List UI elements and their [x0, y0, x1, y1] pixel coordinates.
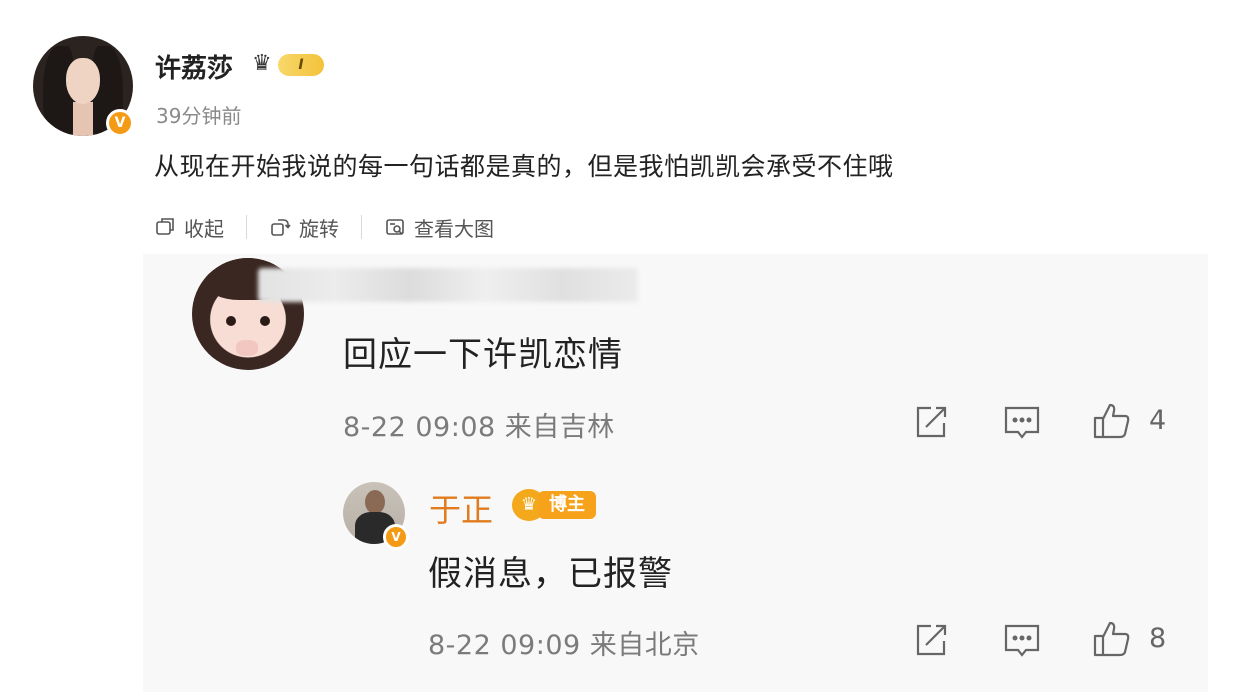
rotate-button[interactable]: 旋转	[269, 213, 339, 242]
avatar-face	[66, 58, 100, 104]
reply-button[interactable]	[1002, 402, 1042, 442]
blurred-commenter-name	[258, 268, 638, 302]
avatar-eye	[226, 316, 236, 326]
reply-meta: 8-22 09:09 来自北京	[428, 630, 700, 661]
level-label: I	[278, 54, 324, 76]
weibo-post: V 许荔莎 ♛ I 39分钟前 从现在开始我说的每一句话都是真的，但是我怕凯凯会…	[0, 0, 1242, 692]
collapse-icon	[156, 218, 174, 235]
repost-button[interactable]	[911, 620, 951, 660]
blogger-badge-label: 博主	[538, 491, 596, 519]
reply-text: 假消息，已报警	[428, 554, 673, 594]
repost-icon	[916, 624, 947, 656]
blogger-badge: ♛ 博主	[512, 487, 596, 523]
verified-icon: V	[106, 109, 134, 137]
post-text: 从现在开始我说的每一句话都是真的，但是我怕凯凯会承受不住哦	[154, 152, 894, 181]
collapse-label: 收起	[184, 216, 224, 241]
rotate-label: 旋转	[299, 216, 339, 241]
thumbs-up-icon	[1093, 403, 1130, 439]
like-count: 8	[1149, 623, 1167, 654]
comment-text: 回应一下许凯恋情	[343, 335, 623, 375]
avatar-mouth	[236, 340, 258, 356]
repost-button[interactable]	[911, 402, 951, 442]
repost-icon	[916, 406, 947, 438]
image-toolbar: 收起 旋转 查看大图	[154, 212, 494, 242]
member-level-badge[interactable]: ♛ I	[252, 52, 326, 78]
toolbar-divider	[361, 215, 362, 239]
like-button[interactable]	[1092, 619, 1132, 659]
like-count: 4	[1149, 405, 1167, 436]
view-large-label: 查看大图	[414, 216, 494, 241]
comment-meta: 8-22 09:08 来自吉林	[343, 412, 615, 443]
view-large-icon	[386, 219, 404, 235]
collapse-button[interactable]: 收起	[154, 213, 224, 242]
avatar-head	[365, 490, 385, 514]
reply-button[interactable]	[1002, 620, 1042, 660]
avatar-eye	[260, 316, 270, 326]
comment-icon	[1004, 406, 1040, 439]
post-timestamp: 39分钟前	[156, 104, 242, 128]
view-large-button[interactable]: 查看大图	[384, 213, 494, 242]
avatar-neck	[73, 102, 93, 136]
like-button[interactable]	[1092, 401, 1132, 441]
author-name[interactable]: 许荔莎	[155, 48, 233, 85]
rotate-icon	[271, 219, 291, 236]
crown-icon: ♛	[252, 51, 272, 76]
verified-icon: V	[383, 524, 409, 550]
thumbs-up-icon	[1093, 621, 1130, 657]
comment-icon	[1004, 624, 1040, 657]
toolbar-divider	[246, 215, 247, 239]
replier-name[interactable]: 于正	[429, 485, 493, 531]
